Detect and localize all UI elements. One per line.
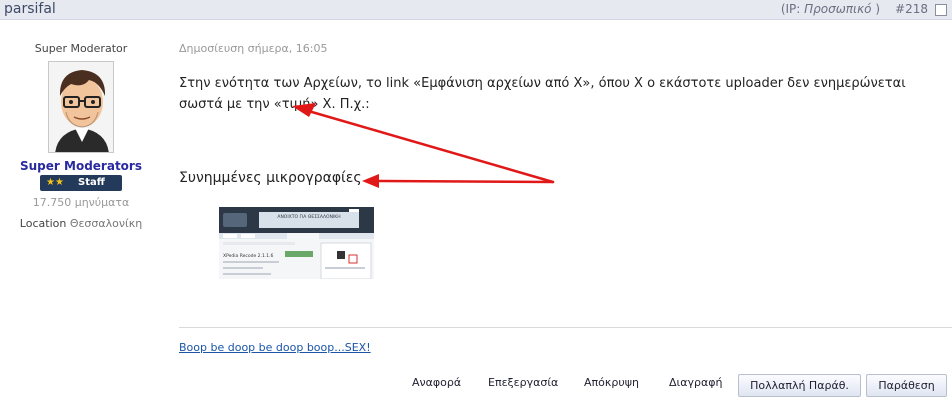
rank-label: Staff xyxy=(78,177,105,188)
location-value: Θεσσαλονίκη xyxy=(69,217,143,230)
user-info-panel: Super Moderator Super Moderators ★★ Staf… xyxy=(0,20,162,230)
multiquote-button[interactable]: Πολλαπλή Παράθ. xyxy=(738,374,861,397)
location-label: Location xyxy=(19,217,67,230)
post-count: 17.750 μηνύματα xyxy=(32,196,130,209)
post-date: Δημοσίευση σήμερα, 16:05 xyxy=(179,42,328,55)
avatar-cartoon-image xyxy=(49,62,113,152)
hide-link[interactable]: Απόκρυψη xyxy=(584,376,639,389)
thumbnail-screenshot-image: ΑΝΟΙΧΤΟ ΓΙΑ ΘΕΣΣΑΛΟΝΙΚΗ XPedia Recode 2.… xyxy=(219,207,374,279)
delete-link[interactable]: Διαγραφή xyxy=(669,376,722,389)
arrow-head-icon xyxy=(362,174,379,188)
ip-value: Προσωπικό xyxy=(804,2,872,16)
thumbnail-banner-text: ΑΝΟΙΧΤΟ ΓΙΑ ΘΕΣΣΑΛΟΝΙΚΗ xyxy=(277,214,340,220)
attachment-thumbnail[interactable]: ΑΝΟΙΧΤΟ ΓΙΑ ΘΕΣΣΑΛΟΝΙΚΗ XPedia Recode 2.… xyxy=(219,207,374,279)
ip-info: (IP: Προσωπικό ) xyxy=(781,2,880,16)
user-group: Super Moderators xyxy=(20,159,142,173)
post-actions-bar: Αναφορά Επεξεργασία Απόκρυψη Διαγραφή Πο… xyxy=(0,372,952,400)
user-title: Super Moderator xyxy=(34,42,128,55)
ip-suffix: ) xyxy=(871,2,880,16)
signature-separator xyxy=(179,327,952,328)
ip-prefix: (IP: xyxy=(780,2,805,16)
quote-button[interactable]: Παράθεση xyxy=(866,374,947,397)
post-body: Δημοσίευση σήμερα, 16:05 Στην ενότητα τω… xyxy=(179,20,939,279)
post-username[interactable]: parsifal xyxy=(4,1,56,17)
report-link[interactable]: Αναφορά xyxy=(412,376,461,389)
edit-link[interactable]: Επεξεργασία xyxy=(488,376,558,389)
rank-badge: ★★ Staff xyxy=(40,175,122,191)
signature-link[interactable]: Boop be doop be doop boop...SEX! xyxy=(179,341,371,354)
post-header: parsifal (IP: Προσωπικό ) #218 xyxy=(0,0,952,20)
rank-stars-icon: ★★ xyxy=(46,177,64,188)
avatar[interactable] xyxy=(48,61,114,153)
thumbnail-entry-title: XPedia Recode 2.1.1.6 xyxy=(223,253,274,259)
location: Location Θεσσαλονίκη xyxy=(0,217,162,230)
post-message: Στην ενότητα των Αρχείων, το link «Εμφάν… xyxy=(179,76,906,112)
post-number-link[interactable]: #218 xyxy=(895,2,928,16)
post-select-checkbox[interactable] xyxy=(935,4,947,16)
attachments-title: Συνημμένες μικρογραφίες xyxy=(179,170,362,186)
